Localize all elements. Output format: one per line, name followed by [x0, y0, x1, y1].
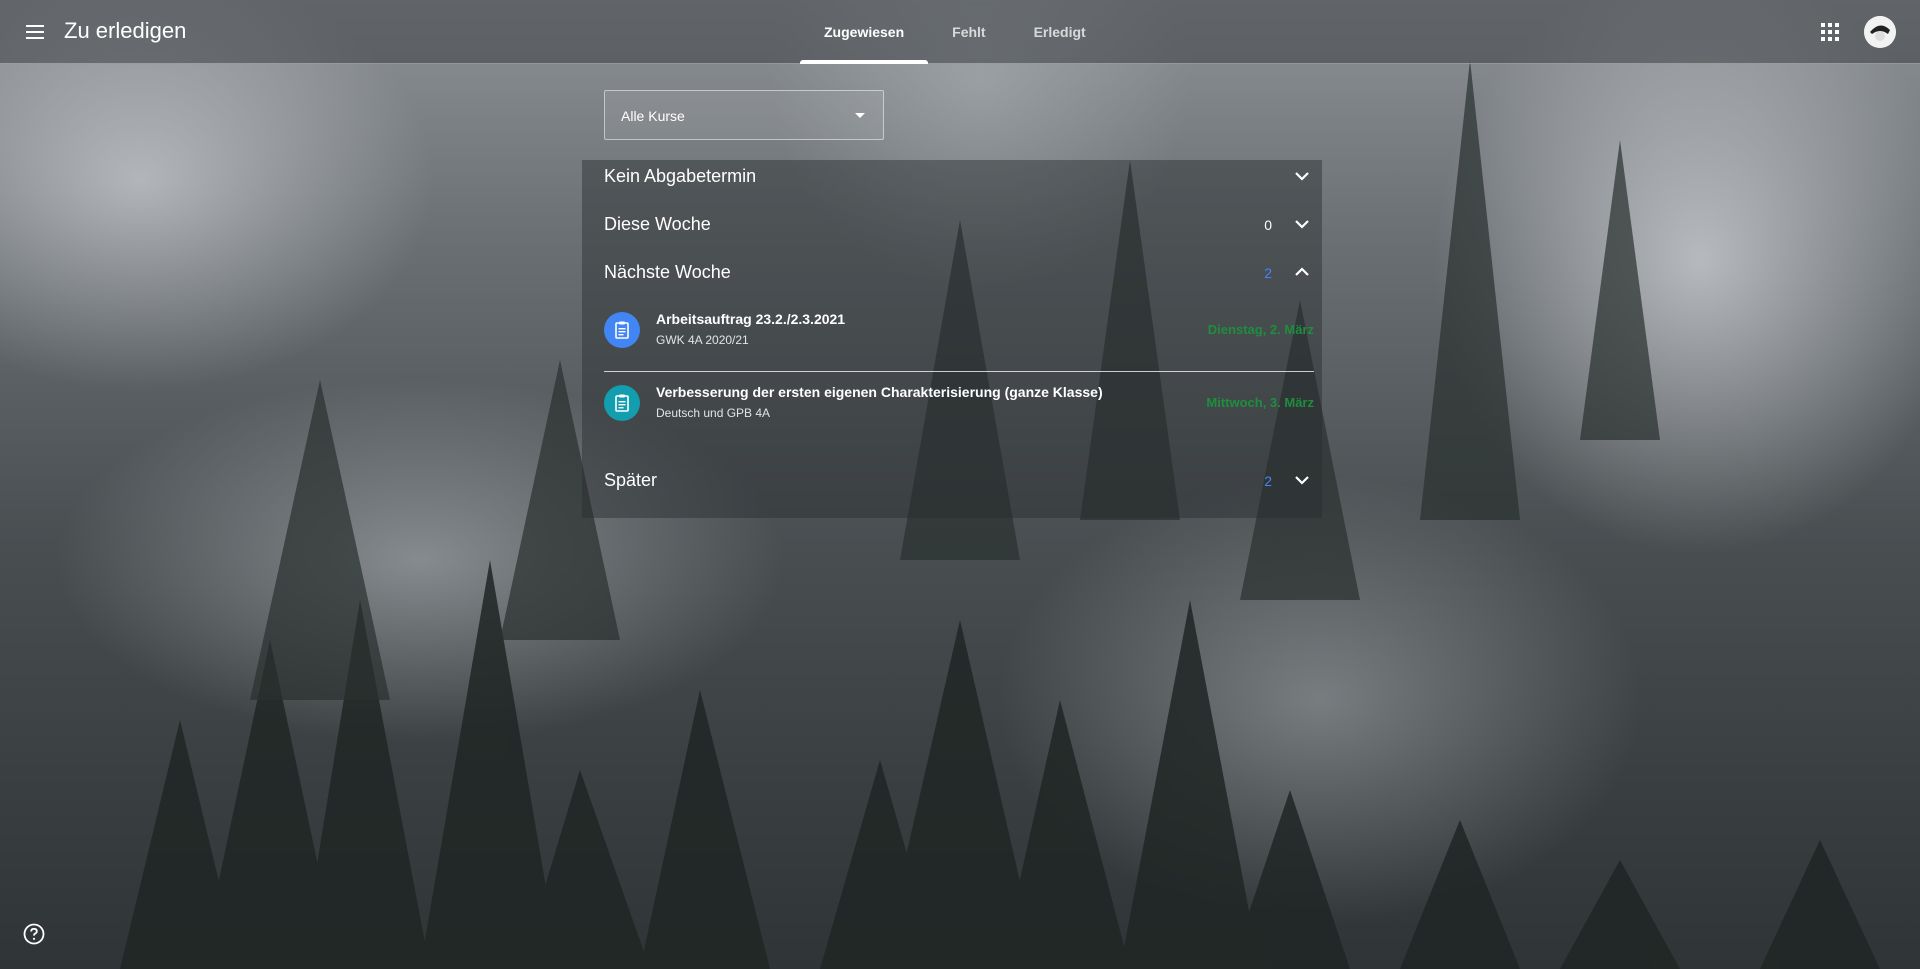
assignment-due-date: Mittwoch, 3. März — [1206, 395, 1314, 410]
chevron-up-icon — [1295, 267, 1309, 276]
tab-fehlt[interactable]: Fehlt — [928, 0, 1009, 64]
help-button[interactable] — [22, 922, 46, 946]
section-diese-woche[interactable]: Diese Woche 0 — [604, 204, 1314, 244]
list-item[interactable]: Arbeitsauftrag 23.2./2.3.2021 GWK 4A 202… — [604, 300, 1314, 364]
course-filter-select[interactable]: Alle Kurse — [604, 90, 884, 140]
hamburger-menu-icon — [26, 25, 44, 39]
avatar-image-icon — [1864, 16, 1896, 48]
section-label: Diese Woche — [604, 214, 711, 234]
section-spaeter[interactable]: Später 2 — [604, 460, 1314, 500]
assignment-title: Verbesserung der ersten eigenen Charakte… — [656, 384, 1103, 400]
chevron-down-icon — [1295, 172, 1309, 181]
section-label: Nächste Woche — [604, 262, 731, 282]
google-apps-button[interactable] — [1816, 18, 1844, 46]
section-count: 2 — [1264, 265, 1272, 281]
assignment-course: Deutsch und GPB 4A — [656, 406, 771, 420]
section-kein-abgabetermin[interactable]: Kein Abgabetermin — [604, 156, 1314, 196]
tab-zugewiesen[interactable]: Zugewiesen — [800, 0, 929, 64]
list-item[interactable]: Verbesserung der ersten eigenen Charakte… — [604, 373, 1314, 437]
chevron-down-icon — [1295, 220, 1309, 229]
list-divider — [604, 371, 1314, 372]
section-count: 0 — [1264, 217, 1272, 233]
assignment-title: Arbeitsauftrag 23.2./2.3.2021 — [656, 311, 846, 327]
account-avatar[interactable] — [1864, 16, 1896, 48]
section-count: 2 — [1264, 473, 1272, 489]
chevron-down-icon — [1295, 476, 1309, 485]
section-label: Später — [604, 470, 658, 490]
apps-grid-icon — [1821, 23, 1839, 41]
dropdown-caret-icon — [855, 113, 865, 118]
assignment-icon — [604, 385, 640, 421]
section-label: Kein Abgabetermin — [604, 166, 757, 186]
assignment-course: GWK 4A 2020/21 — [656, 333, 749, 347]
section-naechste-woche[interactable]: Nächste Woche 2 — [604, 252, 1314, 292]
help-icon — [23, 923, 45, 945]
assignment-due-date: Dienstag, 2. März — [1207, 322, 1314, 337]
hamburger-menu-button[interactable] — [20, 16, 52, 48]
page-title: Zu erledigen — [64, 18, 187, 43]
top-app-bar: Zu erledigen Zugewiesen Fehlt Erledigt — [0, 0, 1920, 64]
assignment-icon — [604, 312, 640, 348]
course-filter-value: Alle Kurse — [621, 108, 685, 124]
tab-bar: Zugewiesen Fehlt Erledigt — [800, 0, 1110, 64]
tab-erledigt[interactable]: Erledigt — [1010, 0, 1110, 64]
